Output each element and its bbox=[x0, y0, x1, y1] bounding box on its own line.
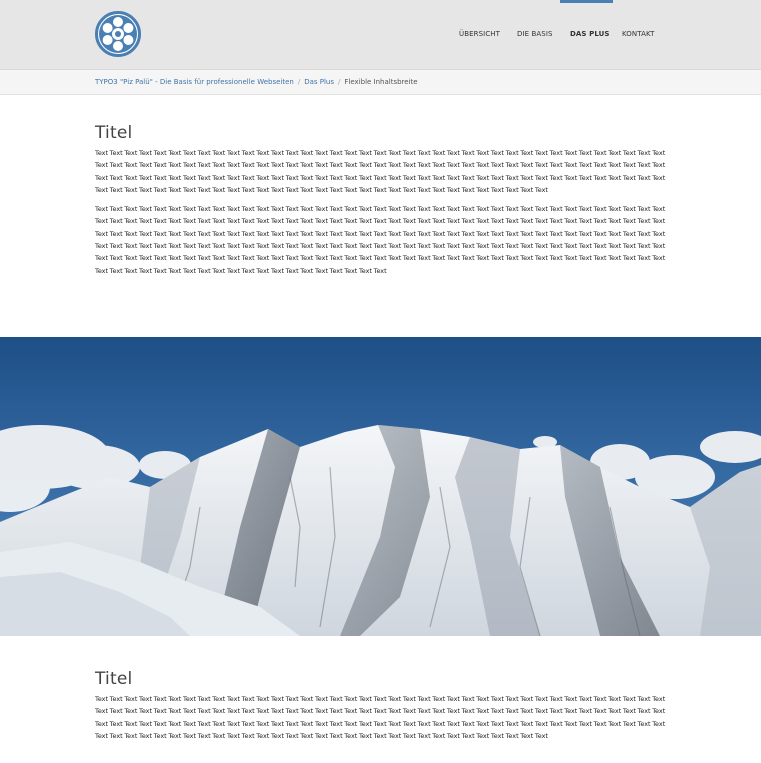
paragraph: Text Text Text Text Text Text Text Text … bbox=[95, 205, 666, 275]
main-nav: ÜBERSICHT DIE BASIS DAS PLUS KONTAKT bbox=[0, 30, 761, 42]
mountain-photo bbox=[0, 337, 761, 636]
nav-item-kontakt[interactable]: KONTAKT bbox=[622, 30, 655, 38]
breadcrumb-link-das-plus[interactable]: Das Plus bbox=[304, 78, 334, 86]
nav-item-die-basis[interactable]: DIE BASIS bbox=[517, 30, 553, 38]
paragraph: Text Text Text Text Text Text Text Text … bbox=[95, 695, 666, 740]
paragraph: Text Text Text Text Text Text Text Text … bbox=[95, 149, 666, 194]
mountain-hero-image bbox=[0, 337, 761, 636]
nav-active-indicator bbox=[560, 0, 613, 3]
section-title: Titel bbox=[95, 669, 133, 689]
site-header: ÜBERSICHT DIE BASIS DAS PLUS KONTAKT bbox=[0, 0, 761, 70]
nav-item-uebersicht[interactable]: ÜBERSICHT bbox=[459, 30, 500, 38]
breadcrumb-separator: / bbox=[297, 78, 301, 86]
section-title: Titel bbox=[95, 123, 133, 143]
content-section-2: Titel Text Text Text Text Text Text Text… bbox=[95, 669, 667, 742]
nav-item-das-plus[interactable]: DAS PLUS bbox=[570, 30, 610, 38]
breadcrumb-link-home[interactable]: TYPO3 "Piz Palü" - Die Basis für profess… bbox=[95, 78, 294, 86]
breadcrumb-current: Flexible Inhaltsbreite bbox=[344, 78, 418, 86]
breadcrumb-separator: / bbox=[338, 78, 341, 86]
breadcrumb: TYPO3 "Piz Palü" - Die Basis für profess… bbox=[0, 70, 761, 95]
content-section-1: Titel Text Text Text Text Text Text Text… bbox=[95, 123, 667, 277]
